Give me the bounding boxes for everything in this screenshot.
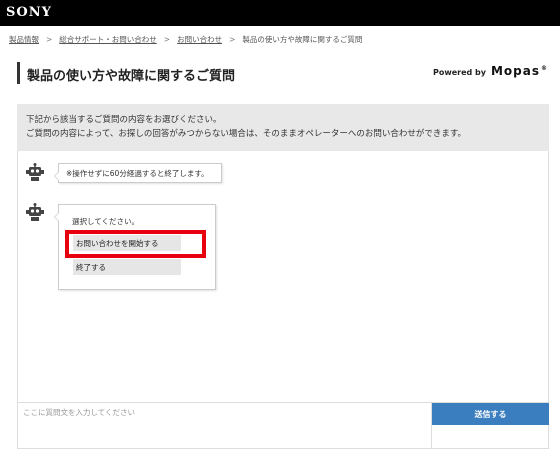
powered-by-mopas: Powered by Mopas® bbox=[433, 64, 548, 78]
breadcrumb-item-products[interactable]: 製品情報 bbox=[9, 34, 39, 45]
robot-icon bbox=[26, 163, 44, 181]
sony-logo[interactable]: SONY bbox=[6, 5, 52, 20]
top-bar: SONY bbox=[0, 0, 560, 26]
powered-by-label: Powered by bbox=[432, 68, 486, 77]
bot-message-options: 選択してください。 お問い合わせを開始する 終了する bbox=[54, 204, 216, 290]
chat-area: ※操作せずに60分経過すると終了します。 選択してください。 お問い合わせを開始… bbox=[17, 151, 549, 402]
title-accent-bar bbox=[17, 62, 20, 84]
select-prompt: 選択してください。 bbox=[72, 217, 140, 226]
info-line-2: ご質問の内容によって、お探しの回答がみつからない場合は、そのままオペレーターへの… bbox=[26, 129, 467, 139]
start-inquiry-option[interactable]: お問い合わせを開始する bbox=[73, 235, 181, 251]
mopas-logo: Mopas® bbox=[490, 64, 548, 78]
chevron-right-icon: > bbox=[229, 35, 236, 44]
page-title: 製品の使い方や故障に関するご質問 bbox=[27, 69, 236, 84]
chevron-right-icon: > bbox=[163, 35, 171, 44]
robot-icon bbox=[26, 203, 44, 221]
breadcrumb-item-support[interactable]: 総合サポート・お問い合わせ bbox=[59, 34, 157, 45]
info-line-1: 下記から該当するご質問の内容をお選びください。 bbox=[26, 115, 222, 125]
info-box: 下記から該当するご質問の内容をお選びください。 ご質問の内容によって、お探しの回… bbox=[17, 104, 549, 151]
chevron-right-icon: > bbox=[46, 35, 53, 44]
question-input[interactable] bbox=[18, 403, 431, 448]
breadcrumb: 製品情報 > 総合サポート・お問い合わせ > お問い合わせ > 製品の使い方や故… bbox=[9, 34, 362, 45]
breadcrumb-item-contact[interactable]: お問い合わせ bbox=[177, 34, 222, 45]
breadcrumb-item-current: 製品の使い方や故障に関するご質問 bbox=[242, 35, 363, 44]
input-area: 送信する bbox=[17, 402, 549, 449]
end-option[interactable]: 終了する bbox=[73, 259, 181, 275]
bot-message-timeout: ※操作せずに60分経過すると終了します。 bbox=[54, 163, 222, 183]
send-button[interactable]: 送信する bbox=[432, 403, 549, 425]
